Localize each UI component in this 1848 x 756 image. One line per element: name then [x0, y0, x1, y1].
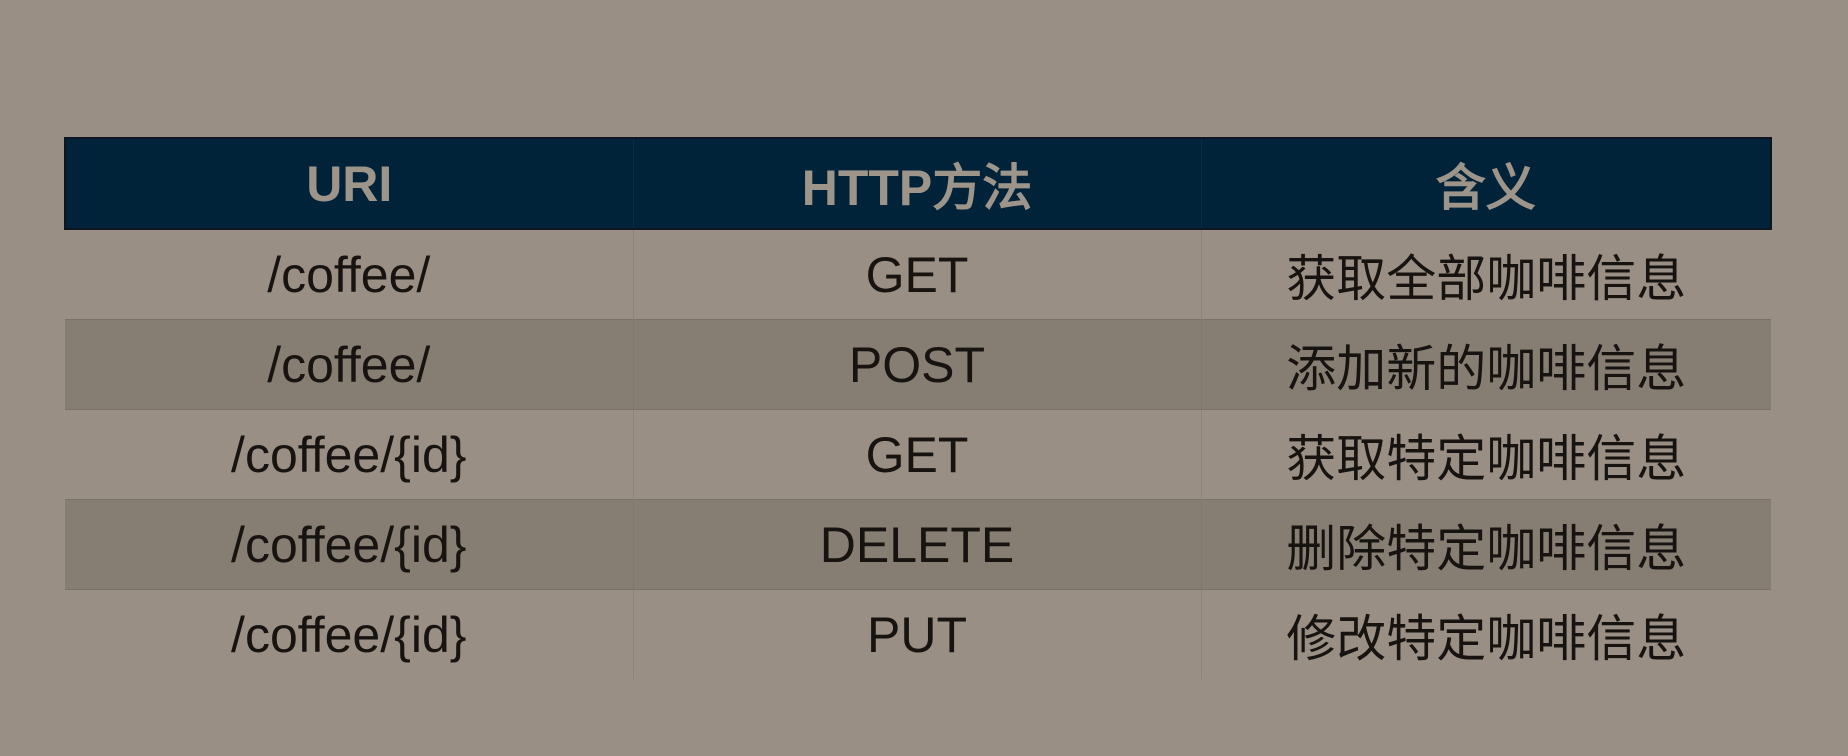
cell-meaning: 修改特定咖啡信息	[1200, 589, 1771, 679]
cell-uri: /coffee/	[65, 229, 633, 320]
table-header: URI HTTP方法 含义	[64, 137, 1772, 230]
cell-method: GET	[632, 229, 1201, 320]
cell-uri: /coffee/{id}	[65, 499, 633, 590]
cell-uri: /coffee/	[65, 319, 633, 410]
table-row: /coffee/{id} PUT 修改特定咖啡信息	[65, 589, 1771, 679]
cell-method: PUT	[632, 589, 1201, 679]
cell-method: GET	[632, 409, 1201, 500]
cell-method: DELETE	[632, 499, 1201, 590]
column-header-http-method: HTTP方法	[632, 137, 1201, 230]
cell-uri: /coffee/{id}	[65, 589, 633, 679]
table-row: /coffee/ POST 添加新的咖啡信息	[65, 319, 1771, 410]
cell-method: POST	[632, 319, 1201, 410]
column-header-meaning: 含义	[1200, 137, 1772, 230]
header-row: URI HTTP方法 含义	[64, 137, 1772, 230]
cell-uri: /coffee/{id}	[65, 409, 633, 500]
table-row: /coffee/{id} DELETE 删除特定咖啡信息	[65, 499, 1771, 590]
cell-meaning: 添加新的咖啡信息	[1200, 319, 1771, 410]
cell-meaning: 删除特定咖啡信息	[1200, 499, 1771, 590]
table-body: /coffee/ GET 获取全部咖啡信息 /coffee/ POST 添加新的…	[65, 229, 1771, 679]
column-header-uri: URI	[64, 137, 633, 230]
api-route-table: URI HTTP方法 含义 /coffee/ GET 获取全部咖啡信息 /cof…	[64, 137, 1772, 679]
table-row: /coffee/{id} GET 获取特定咖啡信息	[65, 409, 1771, 500]
cell-meaning: 获取特定咖啡信息	[1200, 409, 1771, 500]
cell-meaning: 获取全部咖啡信息	[1200, 229, 1771, 320]
table-row: /coffee/ GET 获取全部咖啡信息	[65, 229, 1771, 320]
